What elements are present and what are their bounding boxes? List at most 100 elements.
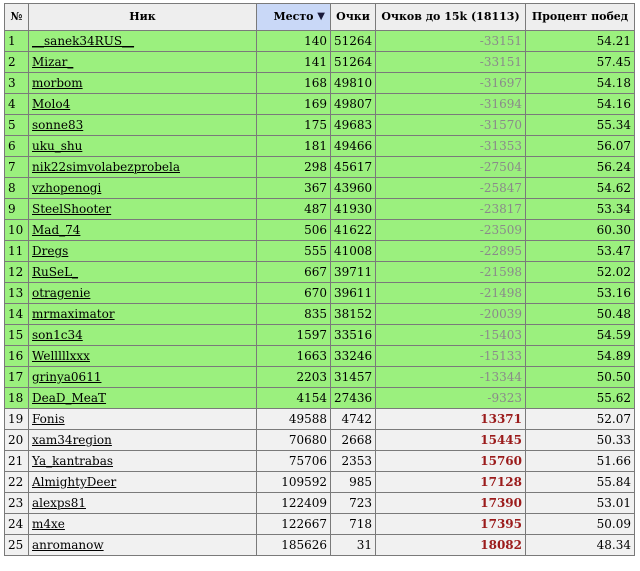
player-nick-link[interactable]: morbom [32, 76, 83, 90]
points-cell: 38152 [330, 303, 376, 325]
player-nick-link[interactable]: Mad_74 [32, 223, 80, 237]
leaderboard-table: № Ник Место ▼ Очки Очков до 15k (18113) … [4, 3, 635, 556]
table-row: 16 Welllllxxx 1663 33246 -15133 54.89 [4, 345, 635, 367]
points-to-15k-cell: -33151 [375, 30, 526, 52]
points-cell: 723 [330, 492, 376, 514]
nick-cell: Molo4 [28, 93, 257, 115]
player-nick-link[interactable]: sonne83 [32, 118, 83, 132]
place-cell: 185626 [256, 534, 331, 556]
player-nick-link[interactable]: grinya0611 [32, 370, 101, 384]
player-nick-link[interactable]: anromanow [32, 538, 104, 552]
place-cell: 506 [256, 219, 331, 241]
player-nick-link[interactable]: xam34region [32, 433, 112, 447]
nick-cell: Fonis [28, 408, 257, 430]
row-index-cell: 6 [4, 135, 29, 157]
winrate-cell: 60.30 [525, 219, 635, 241]
player-nick-link[interactable]: alexps81 [32, 496, 86, 510]
table-row: 11 Dregs 555 41008 -22895 53.47 [4, 240, 635, 262]
row-index-cell: 3 [4, 72, 29, 94]
sort-desc-icon: ▼ [317, 11, 325, 22]
nick-cell: Mizar_ [28, 51, 257, 73]
table-row: 18 DeaD_MeaT 4154 27436 -9323 55.62 [4, 387, 635, 409]
winrate-cell: 54.59 [525, 324, 635, 346]
winrate-cell: 54.21 [525, 30, 635, 52]
points-cell: 49807 [330, 93, 376, 115]
points-cell: 39711 [330, 261, 376, 283]
column-header-place-label: Место [273, 10, 314, 23]
winrate-cell: 54.16 [525, 93, 635, 115]
place-cell: 175 [256, 114, 331, 136]
player-nick-link[interactable]: son1c34 [32, 328, 83, 342]
column-header-index[interactable]: № [4, 3, 29, 31]
place-cell: 835 [256, 303, 331, 325]
column-header-to15k[interactable]: Очков до 15k (18113) [375, 3, 526, 31]
player-nick-link[interactable]: mrmaximator [32, 307, 115, 321]
player-nick-link[interactable]: otragenie [32, 286, 90, 300]
player-nick-link[interactable]: AlmightyDeer [32, 475, 116, 489]
player-nick-link[interactable]: Ya_kantrabas [32, 454, 113, 468]
winrate-cell: 54.62 [525, 177, 635, 199]
points-cell: 51264 [330, 51, 376, 73]
column-header-place[interactable]: Место ▼ [256, 3, 331, 31]
player-nick-link[interactable]: SteelShooter [32, 202, 111, 216]
points-to-15k-cell: -31570 [375, 114, 526, 136]
player-nick-link[interactable]: vzhopenogi [32, 181, 101, 195]
column-header-points[interactable]: Очки [330, 3, 376, 31]
player-nick-link[interactable]: uku_shu [32, 139, 82, 153]
player-nick-link[interactable]: RuSeL_ [32, 265, 78, 279]
winrate-cell: 50.50 [525, 366, 635, 388]
place-cell: 4154 [256, 387, 331, 409]
table-row: 21 Ya_kantrabas 75706 2353 15760 51.66 [4, 450, 635, 472]
table-row: 8 vzhopenogi 367 43960 -25847 54.62 [4, 177, 635, 199]
place-cell: 169 [256, 93, 331, 115]
points-to-15k-cell: 18082 [375, 534, 526, 556]
row-index-cell: 13 [4, 282, 29, 304]
player-nick-link[interactable]: m4xe [32, 517, 65, 531]
table-row: 10 Mad_74 506 41622 -23509 60.30 [4, 219, 635, 241]
place-cell: 49588 [256, 408, 331, 430]
points-to-15k-cell: 17128 [375, 471, 526, 493]
points-to-15k-cell: -15403 [375, 324, 526, 346]
column-header-nick[interactable]: Ник [28, 3, 257, 31]
points-to-15k-cell: -33151 [375, 51, 526, 73]
row-index-cell: 1 [4, 30, 29, 52]
winrate-cell: 52.07 [525, 408, 635, 430]
table-row: 5 sonne83 175 49683 -31570 55.34 [4, 114, 635, 136]
player-nick-link[interactable]: nik22simvolabezprobela [32, 160, 180, 174]
nick-cell: m4xe [28, 513, 257, 535]
points-to-15k-cell: 17390 [375, 492, 526, 514]
points-to-15k-cell: 15445 [375, 429, 526, 451]
place-cell: 298 [256, 156, 331, 178]
player-nick-link[interactable]: Dregs [32, 244, 68, 258]
points-to-15k-cell: 13371 [375, 408, 526, 430]
player-nick-link[interactable]: Welllllxxx [32, 349, 90, 363]
table-row: 17 grinya0611 2203 31457 -13344 50.50 [4, 366, 635, 388]
table-row: 14 mrmaximator 835 38152 -20039 50.48 [4, 303, 635, 325]
points-cell: 41622 [330, 219, 376, 241]
nick-cell: Mad_74 [28, 219, 257, 241]
winrate-cell: 54.18 [525, 72, 635, 94]
player-nick-link[interactable]: Mizar_ [32, 55, 73, 69]
winrate-cell: 53.34 [525, 198, 635, 220]
points-to-15k-cell: -9323 [375, 387, 526, 409]
row-index-cell: 17 [4, 366, 29, 388]
points-to-15k-cell: -31697 [375, 72, 526, 94]
row-index-cell: 23 [4, 492, 29, 514]
winrate-cell: 56.24 [525, 156, 635, 178]
row-index-cell: 22 [4, 471, 29, 493]
player-nick-link[interactable]: Molo4 [32, 97, 70, 111]
player-nick-link[interactable]: __sanek34RUS__ [32, 34, 134, 48]
nick-cell: xam34region [28, 429, 257, 451]
table-row: 24 m4xe 122667 718 17395 50.09 [4, 513, 635, 535]
player-nick-link[interactable]: DeaD_MeaT [32, 391, 106, 405]
points-cell: 31 [330, 534, 376, 556]
row-index-cell: 20 [4, 429, 29, 451]
column-header-winrate[interactable]: Процент побед [525, 3, 635, 31]
place-cell: 75706 [256, 450, 331, 472]
player-nick-link[interactable]: Fonis [32, 412, 65, 426]
row-index-cell: 19 [4, 408, 29, 430]
winrate-cell: 50.48 [525, 303, 635, 325]
points-to-15k-cell: 15760 [375, 450, 526, 472]
points-to-15k-cell: 17395 [375, 513, 526, 535]
points-to-15k-cell: -27504 [375, 156, 526, 178]
